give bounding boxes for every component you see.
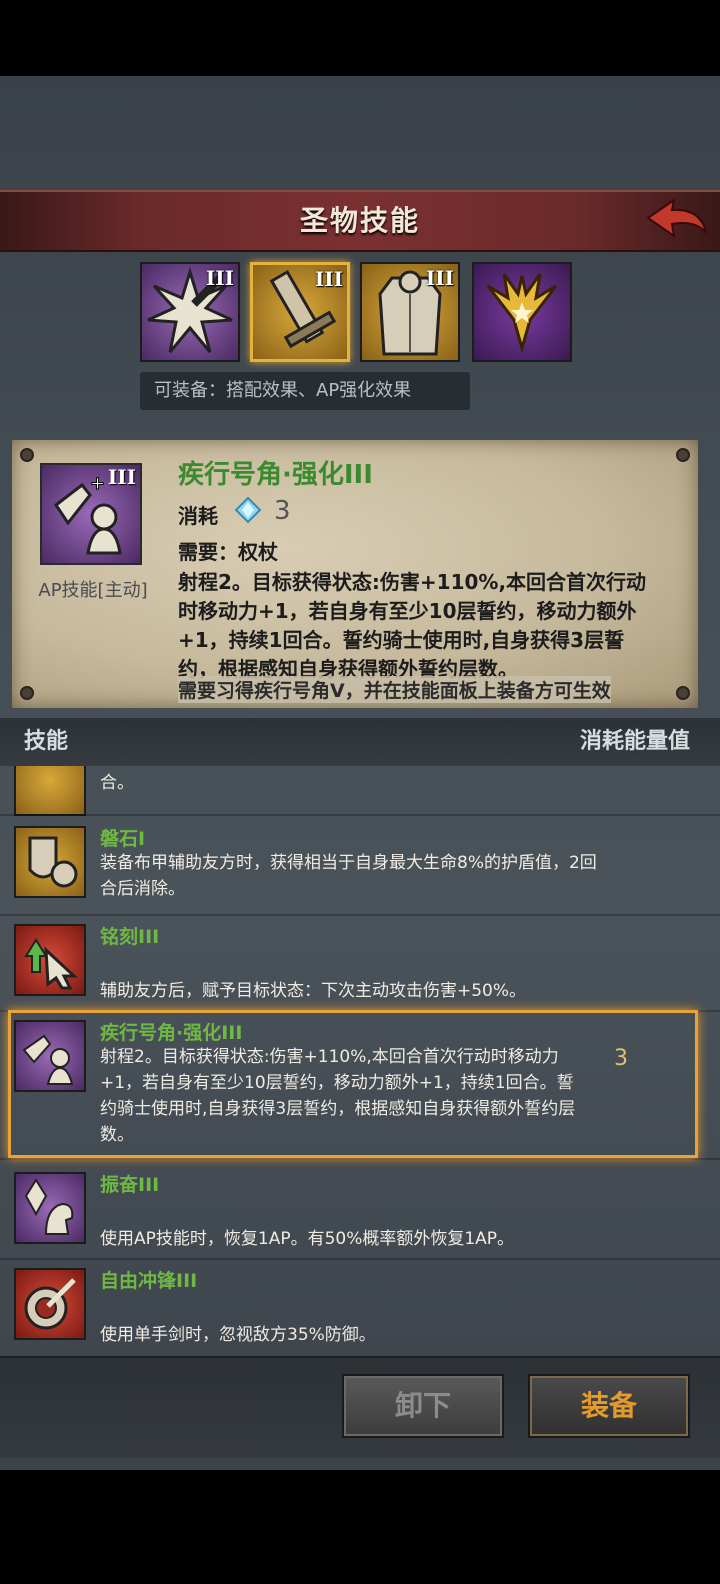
- detail-skill-icon: + III: [40, 463, 142, 565]
- tier-label: III: [314, 267, 343, 291]
- skill-name: 自由冲锋III: [100, 1270, 198, 1292]
- skill-desc: 使用单手剑时，忽视敌方35%防御。: [100, 1325, 376, 1345]
- equip-button[interactable]: 装备: [528, 1374, 690, 1438]
- crystal-hand-icon: [14, 1172, 86, 1244]
- skill-name: 磐石I: [100, 828, 146, 850]
- divider: [0, 914, 720, 916]
- relic-slot-sword[interactable]: III: [250, 262, 350, 362]
- skill-desc: 辅助友方后，赋予目标状态：下次主动攻击伤害+50%。: [100, 981, 527, 1001]
- rivet: [20, 686, 34, 700]
- rivet: [20, 448, 34, 462]
- cost-label: 消耗: [178, 504, 218, 528]
- divider: [0, 814, 720, 816]
- list-item[interactable]: 铭刻III 辅助友方后，赋予目标状态：下次主动攻击伤害+50%。: [0, 922, 720, 1014]
- skill-desc: 使用AP技能时，恢复1AP。有50%概率额外恢复1AP。: [100, 1229, 515, 1249]
- skill-desc: 装备布甲辅助友方时，获得相当于自身最大生命8%的护盾值，2回合后消除。: [100, 853, 597, 899]
- skill-type-tag: AP技能[主动]: [38, 580, 148, 601]
- divider: [0, 1258, 720, 1260]
- navigation-bar-area: [0, 1470, 720, 1584]
- skill-desc: 攻击时，如果生命低于目标，获得状态：受到伤害-45%，持续2回合。: [100, 766, 597, 793]
- detail-footer-note: 需要习得疾行号角V，并在技能面板上装备方可生效: [178, 676, 611, 703]
- list-item[interactable]: 振奋III 使用AP技能时，恢复1AP。有50%概率额外恢复1AP。: [0, 1170, 720, 1262]
- skill-name: 铭刻III: [100, 926, 160, 948]
- equip-note: 可装备：搭配效果、AP强化效果: [140, 372, 470, 410]
- claw-icon: [14, 766, 86, 816]
- rivet: [676, 686, 690, 700]
- detail-description[interactable]: 射程2。目标获得状态:伤害+110%,本回合首次行动时移动力+1，若自身有至少1…: [178, 568, 648, 688]
- title-bar: 圣物技能: [0, 190, 720, 252]
- engrave-icon: [14, 924, 86, 996]
- tier-label: III: [205, 266, 234, 290]
- selected-skill-highlight: [8, 1010, 698, 1158]
- divider: [0, 1158, 720, 1160]
- page-title: 圣物技能: [299, 204, 420, 237]
- golden-crest-icon: [486, 273, 558, 354]
- skill-name: 振奋III: [100, 1174, 160, 1196]
- relic-slot-burst[interactable]: III: [140, 262, 240, 362]
- back-arrow-icon[interactable]: [644, 196, 710, 242]
- column-energy-cost: 消耗能量值: [579, 729, 690, 754]
- shield-icon: [14, 826, 86, 898]
- relic-slot-crest[interactable]: [472, 262, 572, 362]
- detail-skill-name: 疾行号角·强化III: [178, 460, 373, 490]
- rivet: [676, 448, 690, 462]
- column-skill: 技能: [24, 729, 69, 754]
- requirement-text: 需要：权杖: [178, 540, 278, 564]
- equip-note-text: 可装备：搭配效果、AP强化效果: [154, 380, 412, 401]
- status-bar-area: [0, 0, 720, 76]
- cost-value: 3: [274, 496, 291, 526]
- unequip-button[interactable]: 卸下: [342, 1374, 504, 1438]
- crystal-icon: [234, 496, 262, 524]
- relic-slots: III III III: [140, 262, 580, 362]
- tier-label: III: [107, 465, 136, 489]
- list-item[interactable]: 自由冲锋III 使用单手剑时，忽视敌方35%防御。: [0, 1266, 720, 1356]
- tier-label: III: [425, 266, 454, 290]
- charge-shield-icon: [14, 1268, 86, 1340]
- list-item[interactable]: 磐石I 装备布甲辅助友方时，获得相当于自身最大生命8%的护盾值，2回合后消除。: [0, 824, 720, 916]
- svg-text:+: +: [90, 473, 105, 494]
- relic-slot-armor[interactable]: III: [360, 262, 460, 362]
